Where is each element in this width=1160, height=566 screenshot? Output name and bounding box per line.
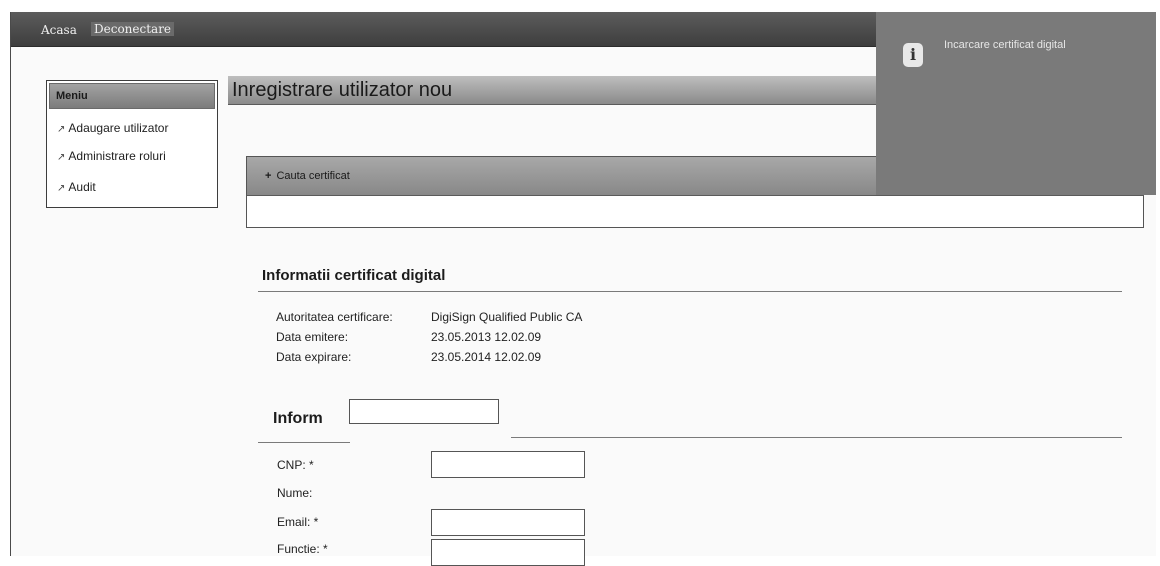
- home-link[interactable]: Acasa: [41, 23, 77, 37]
- divider: [258, 291, 1122, 292]
- menu-item-manage-roles[interactable]: ↗ Administrare roluri: [57, 149, 166, 163]
- info-icon: i: [903, 43, 923, 67]
- form-section-overlay-field[interactable]: [349, 399, 499, 424]
- divider: [511, 437, 1122, 438]
- plus-icon: +: [265, 170, 272, 182]
- external-link-icon: ↗: [57, 124, 66, 135]
- email-field[interactable]: [431, 509, 585, 536]
- cnp-label: CNP: *: [277, 458, 314, 472]
- logout-link[interactable]: Deconectare: [91, 22, 175, 36]
- menu-item-label: Audit: [68, 180, 96, 194]
- form-section-title: Inform: [273, 410, 323, 427]
- issue-date-value: 23.05.2013 12.02.09: [431, 330, 542, 344]
- expiry-date-value: 23.05.2014 12.02.09: [431, 350, 542, 364]
- issuer-value: DigiSign Qualified Public CA: [431, 310, 583, 324]
- function-field[interactable]: [431, 539, 585, 566]
- app-window: Acasa Deconectare Meniu ↗ Adaugare utiliz…: [10, 12, 1156, 566]
- search-certificate-label: Cauta certificat: [276, 170, 350, 182]
- name-label: Nume:: [277, 486, 313, 500]
- page-title-bar: Inregistrare utilizator nou: [228, 76, 888, 105]
- divider: [258, 442, 350, 443]
- menu-item-add-user[interactable]: ↗ Adaugare utilizator: [57, 121, 168, 135]
- notification-text: Incarcare certificat digital: [944, 39, 1066, 51]
- page-title: Inregistrare utilizator nou: [232, 79, 453, 101]
- sidebar-menu: Meniu ↗ Adaugare utilizator ↗ Administrare…: [46, 80, 218, 208]
- email-label: Email: *: [277, 515, 319, 529]
- issuer-label: Autoritatea certificare:: [276, 310, 393, 324]
- menu-item-label: Adaugare utilizator: [68, 121, 169, 135]
- search-certificate-toggle[interactable]: + Cauta certificat: [265, 170, 350, 182]
- notification-panel: i Incarcare certificat digital: [876, 12, 1156, 195]
- issue-date-label: Data emitere:: [276, 330, 349, 344]
- expiry-date-label: Data expirare:: [276, 350, 352, 364]
- cnp-field[interactable]: [431, 451, 585, 478]
- external-link-icon: ↗: [57, 183, 66, 194]
- menu-item-audit[interactable]: ↗ Audit: [57, 180, 96, 194]
- function-label: Functie: *: [277, 542, 328, 556]
- menu-header: Meniu: [49, 83, 215, 109]
- menu-item-label: Administrare roluri: [68, 149, 166, 163]
- certificate-info-title: Informatii certificat digital: [262, 267, 446, 284]
- external-link-icon: ↗: [57, 152, 66, 163]
